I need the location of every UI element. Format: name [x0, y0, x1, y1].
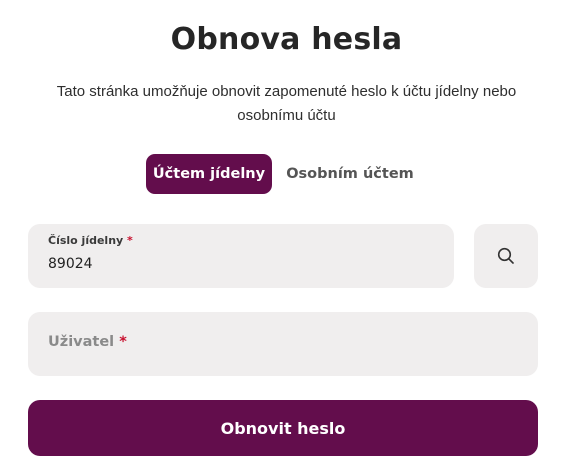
tab-canteen-account-label: Účtem jídelny [152, 166, 266, 182]
search-icon [497, 247, 514, 264]
tab-personal-account[interactable]: Osobním účtem [284, 154, 416, 194]
reset-password-button-label: Obnovit heslo [220, 418, 346, 438]
required-mark: * [119, 334, 127, 350]
account-type-tabs: Účtem jídelny Osobním účtem [0, 154, 573, 194]
required-mark: * [127, 234, 133, 247]
canteen-number-label: Číslo jídelny * [48, 234, 133, 247]
canteen-number-label-text: Číslo jídelny [48, 234, 124, 247]
user-field[interactable]: Uživatel * [28, 312, 538, 376]
canteen-number-field[interactable]: Číslo jídelny * 89024 [28, 224, 454, 288]
canteen-number-value[interactable]: 89024 [48, 256, 93, 272]
search-button[interactable] [474, 224, 538, 288]
page-description: Tato stránka umožňuje obnovit zapomenuté… [56, 83, 517, 124]
tab-personal-account-label: Osobním účtem [286, 166, 414, 182]
tab-canteen-account[interactable]: Účtem jídelny [146, 154, 272, 194]
password-reset-page: Obnova hesla Tato stránka umožňuje obnov… [0, 0, 573, 475]
user-placeholder-text: Uživatel [48, 334, 115, 350]
reset-password-button[interactable]: Obnovit heslo [28, 400, 538, 456]
page-title: Obnova hesla [170, 22, 403, 57]
user-placeholder: Uživatel * [48, 334, 127, 350]
